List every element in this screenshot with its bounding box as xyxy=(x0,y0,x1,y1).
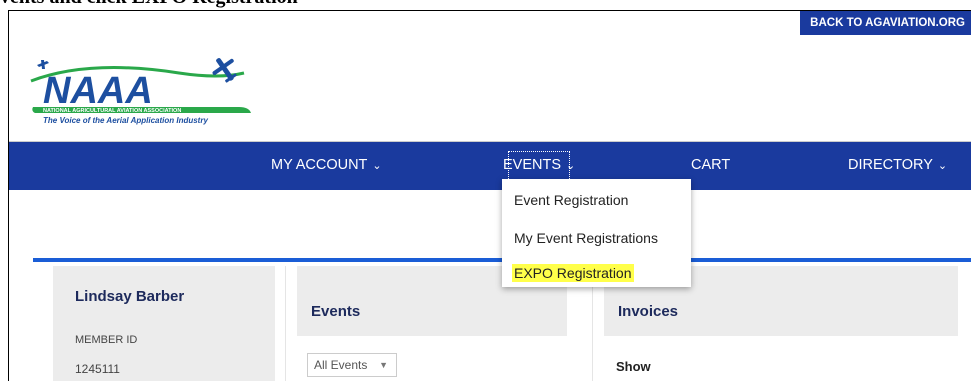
menu-item-my-event-registrations[interactable]: My Event Registrations xyxy=(514,230,658,246)
logo-tagline: The Voice of the Aerial Application Indu… xyxy=(43,116,208,125)
nav-cart-label: CART xyxy=(691,157,731,173)
events-title: Events xyxy=(311,303,361,320)
menu-item-expo-registration[interactable]: EXPO Registration xyxy=(512,264,634,282)
nav-my-account[interactable]: MY ACCOUNT ⌄ xyxy=(271,142,382,190)
events-filter-value: All Events xyxy=(314,358,368,372)
member-id-value: 1245111 xyxy=(75,362,120,376)
small-plane-icon xyxy=(37,60,49,69)
main-navbar: MY ACCOUNT ⌄ EVENTS ⌄ CART DIRECTORY ⌄ xyxy=(9,141,971,190)
nav-directory[interactable]: DIRECTORY ⌄ xyxy=(848,142,947,190)
expo-registration-label: EXPO Registration xyxy=(512,264,634,282)
nav-events-label: EVENTS xyxy=(503,157,562,173)
nav-directory-label: DIRECTORY xyxy=(848,157,933,173)
events-dropdown-menu: Event Registration My Event Registration… xyxy=(502,179,691,287)
events-filter-select[interactable]: All Events ▼ xyxy=(307,353,397,377)
column-divider xyxy=(285,266,286,381)
profile-name: Lindsay Barber xyxy=(75,288,185,305)
chevron-down-icon: ⌄ xyxy=(372,160,382,172)
logo-wordmark: NAAA xyxy=(43,70,153,112)
invoices-show-label: Show xyxy=(616,359,651,374)
member-id-label: MEMBER ID xyxy=(75,334,138,346)
document-heading: vents and click EXPO Registration xyxy=(0,0,298,9)
back-to-agaviation-link[interactable]: BACK TO AGAVIATION.ORG xyxy=(800,11,971,35)
invoices-title: Invoices xyxy=(618,303,679,320)
profile-card: Lindsay Barber MEMBER ID 1245111 xyxy=(53,266,275,381)
menu-item-event-registration[interactable]: Event Registration xyxy=(514,192,628,208)
browser-page: BACK TO AGAVIATION.ORG NAAA NATIONAL AGR… xyxy=(8,10,971,381)
naaa-logo-graphic: NAAA NATIONAL AGRICULTURAL AVIATION ASSO… xyxy=(30,58,252,125)
nav-my-account-label: MY ACCOUNT xyxy=(271,157,368,173)
naaa-logo[interactable]: NAAA NATIONAL AGRICULTURAL AVIATION ASSO… xyxy=(29,51,261,131)
nav-cart[interactable]: CART xyxy=(691,142,730,190)
chevron-down-icon: ⌄ xyxy=(937,160,948,172)
caret-down-icon: ▼ xyxy=(379,360,388,370)
airplane-icon xyxy=(212,58,237,83)
logo-subtitle: NATIONAL AGRICULTURAL AVIATION ASSOCIATI… xyxy=(43,108,181,114)
